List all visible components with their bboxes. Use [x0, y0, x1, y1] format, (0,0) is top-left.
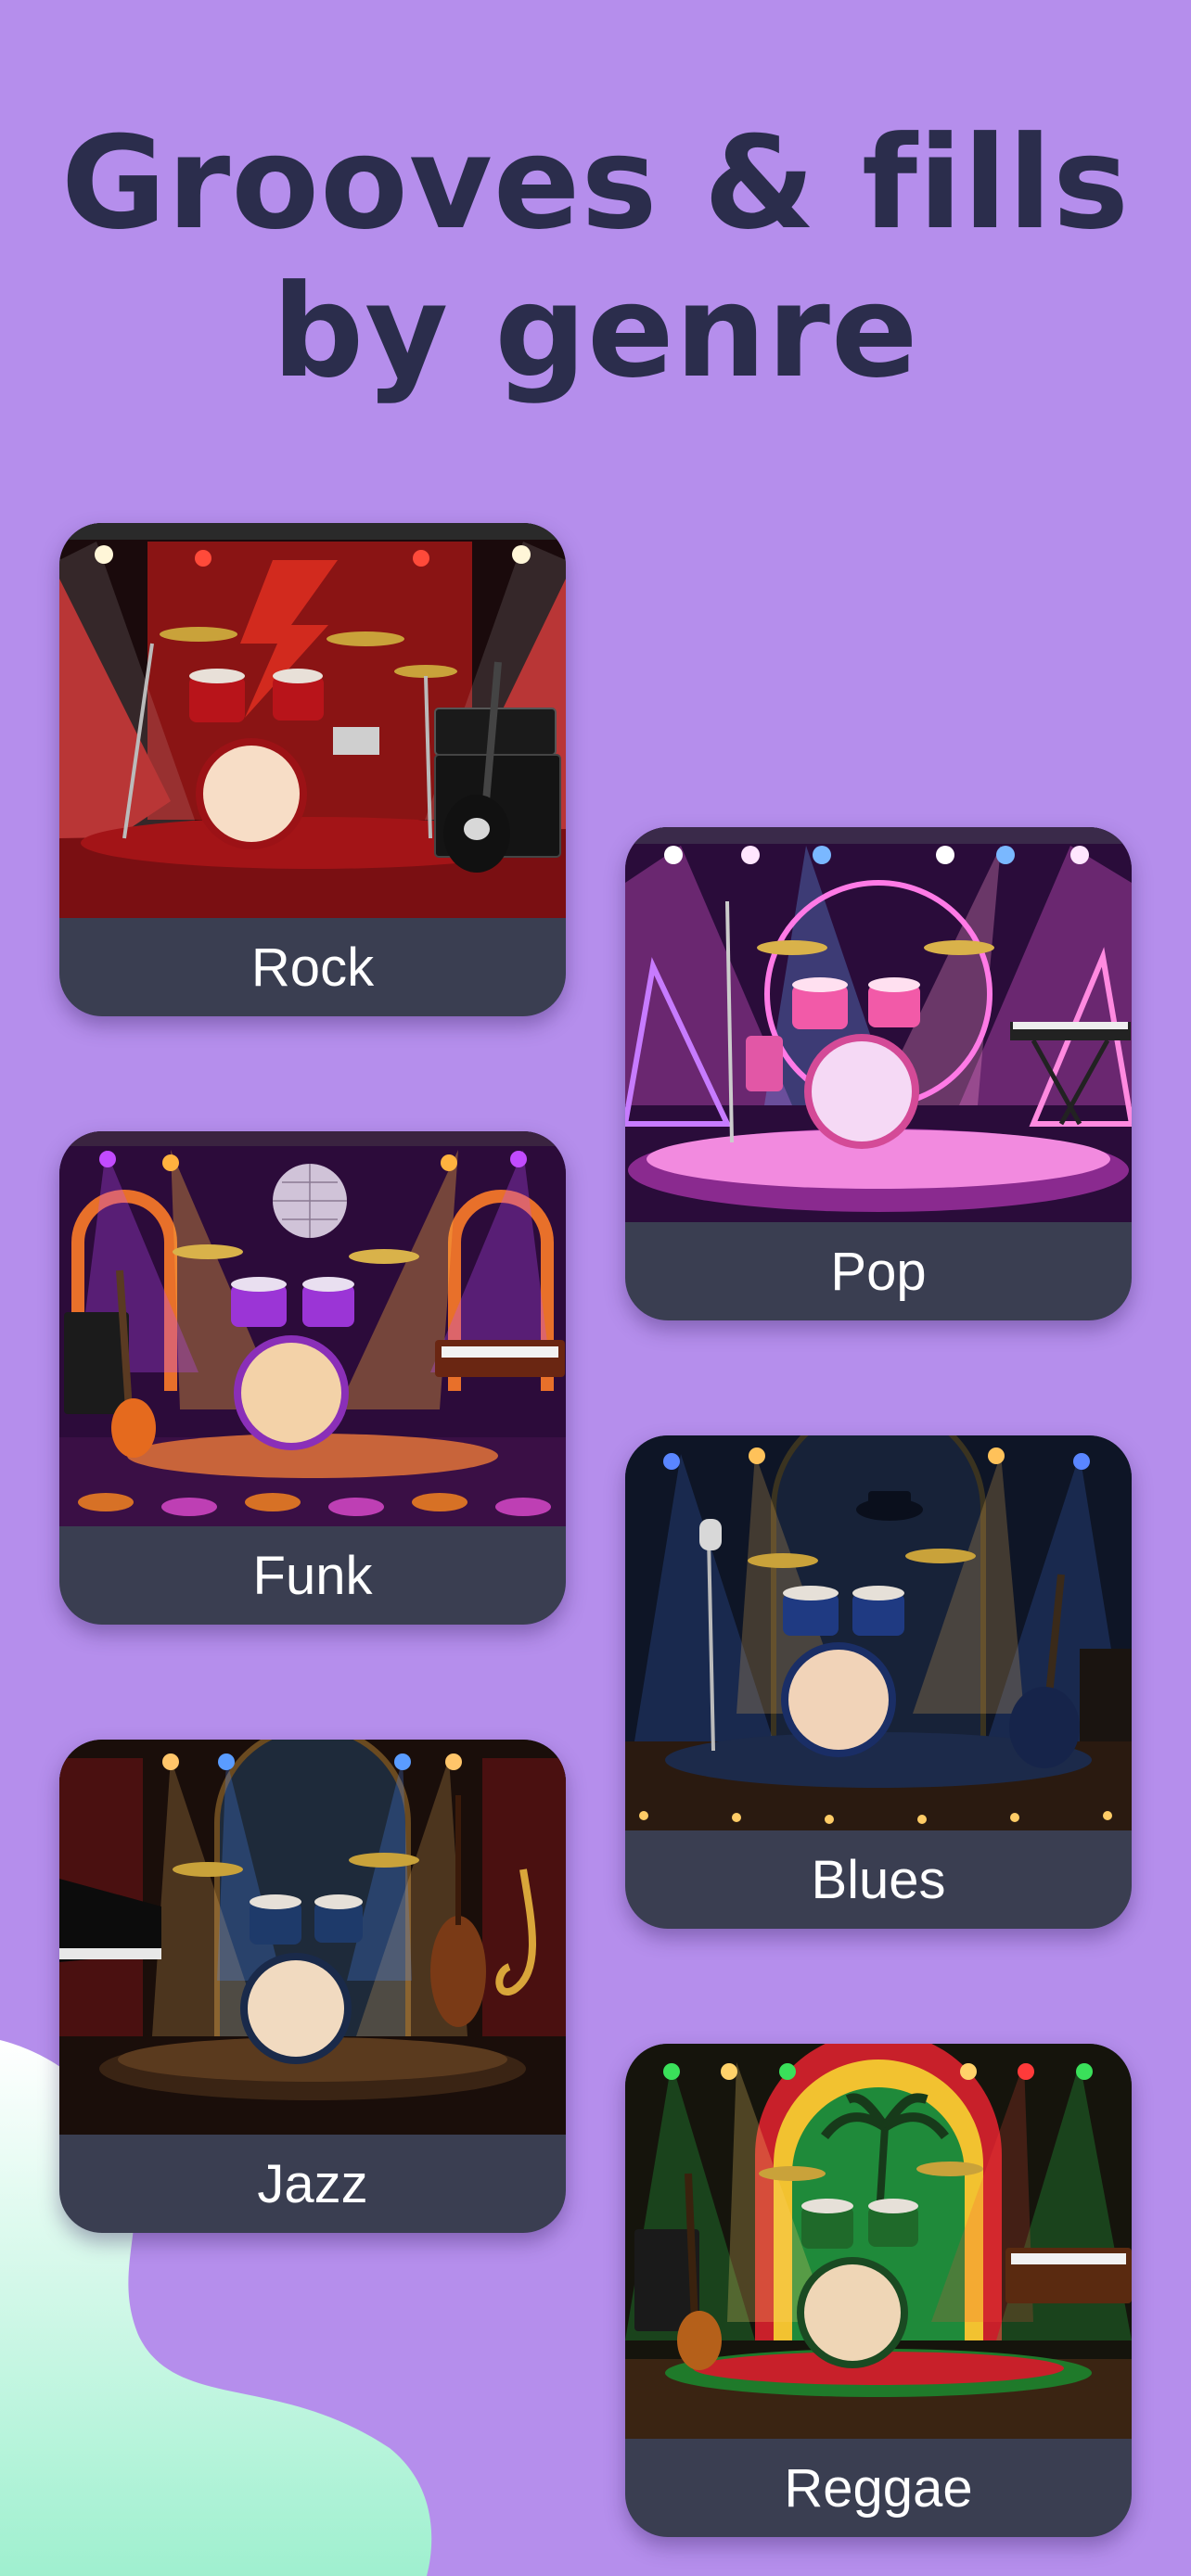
- jazz-stage-image: [59, 1740, 566, 2135]
- title-line-2: by genre: [272, 257, 919, 406]
- pop-stage-image: [625, 827, 1132, 1222]
- genre-card-rock[interactable]: Rock: [59, 523, 566, 1016]
- page-title: Grooves & fills by genre: [0, 109, 1191, 406]
- genre-card-jazz[interactable]: Jazz: [59, 1740, 566, 2233]
- funk-stage-image: [59, 1131, 566, 1526]
- genre-card-blues[interactable]: Blues: [625, 1435, 1132, 1929]
- genre-label-reggae: Reggae: [784, 2457, 973, 2519]
- genre-card-pop[interactable]: Pop: [625, 827, 1132, 1320]
- genre-label-funk: Funk: [252, 1545, 373, 1606]
- genre-label-pop: Pop: [830, 1241, 927, 1302]
- genre-label-jazz: Jazz: [257, 2153, 368, 2214]
- title-line-1: Grooves & fills: [60, 108, 1131, 258]
- genre-card-reggae[interactable]: Reggae: [625, 2044, 1132, 2537]
- genre-label-rock: Rock: [250, 937, 375, 998]
- genre-label-blues: Blues: [811, 1849, 946, 1910]
- rock-stage-image: [59, 523, 566, 918]
- genre-card-funk[interactable]: Funk: [59, 1131, 566, 1625]
- reggae-stage-image: [625, 2044, 1132, 2439]
- blues-stage-image: [625, 1435, 1132, 1830]
